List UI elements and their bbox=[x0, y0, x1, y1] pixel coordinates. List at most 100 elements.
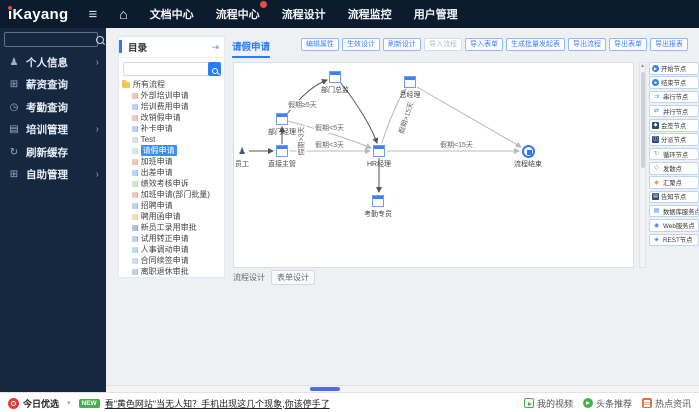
flow-canvas[interactable]: 假期>3天 假期≥5天 假期<5天 假期<3天 假期>15天 假期<15天 ♟ 员工 直接主管部… bbox=[233, 62, 634, 268]
ticker-collapse-icon[interactable]: ▾ bbox=[67, 399, 71, 407]
tree-item-label: 新员工录用审批 bbox=[140, 223, 197, 232]
loop-node-icon: ↻ bbox=[653, 151, 660, 158]
toolbar-button-导入流程: 导入流程 bbox=[424, 38, 462, 51]
tree-item-加班申请(部门批量)[interactable]: ▤ 加班申请(部门批量) bbox=[119, 189, 226, 200]
flow-node-dept-director[interactable] bbox=[329, 71, 341, 83]
nav-item-流程设计[interactable]: 流程设计 bbox=[282, 6, 326, 22]
palette-item-串行节点[interactable]: ⇉ 串行节点 bbox=[649, 90, 699, 104]
flow-node-direct-mgr[interactable] bbox=[276, 145, 288, 157]
palette-item-Web服务点[interactable]: ◉ Web服务点 bbox=[649, 219, 699, 232]
tree-item-绩效考核申诉[interactable]: ▤ 绩效考核申诉 bbox=[119, 178, 226, 189]
countersign-node-icon: ◆ bbox=[652, 121, 659, 129]
sidebar-item-薪资查询[interactable]: ⊞ 薪资查询 bbox=[0, 75, 106, 95]
tree-item-加班申请[interactable]: ▤ 加班申请 bbox=[119, 156, 226, 167]
tree-item-新员工录用审批[interactable]: ▤ 新员工录用审批 bbox=[119, 222, 226, 233]
bottom-tab-表单设计[interactable]: 表单设计 bbox=[271, 270, 315, 285]
sidebar-item-自助管理[interactable]: ⊞ 自助管理 › bbox=[0, 165, 106, 185]
flow-node-end[interactable] bbox=[522, 145, 535, 158]
tree-item-出差申请[interactable]: ▤ 出差申请 bbox=[119, 167, 226, 178]
tree-root-node[interactable]: 所有流程 bbox=[119, 79, 226, 90]
tree-item-Test[interactable]: ▤ Test bbox=[119, 134, 226, 145]
tree-search-input[interactable] bbox=[123, 62, 209, 76]
toolbar-button-刷新设计[interactable]: 刷新设计 bbox=[383, 38, 421, 51]
today-picks-label[interactable]: 今日优选 bbox=[23, 397, 59, 410]
toolbar-button-导出表单[interactable]: 导出表单 bbox=[609, 38, 647, 51]
sidebar-search-icon[interactable] bbox=[96, 35, 104, 47]
flow-node-hr-mgr[interactable] bbox=[373, 145, 385, 157]
sidebar-search-input[interactable] bbox=[4, 32, 98, 47]
nav-item-流程监控[interactable]: 流程监控 bbox=[348, 6, 392, 22]
palette-item-循环节点[interactable]: ↻ 循环节点 bbox=[649, 147, 699, 161]
tree-item-离职退休审批[interactable]: ▤ 离职退休审批 bbox=[119, 266, 226, 277]
palette-item-开始节点[interactable]: ▶ 开始节点 bbox=[649, 62, 699, 75]
palette-item-数据库服务点[interactable]: ▤ 数据库服务点 bbox=[649, 204, 699, 218]
palette-item-label: 告知节点 bbox=[661, 194, 687, 202]
palette-item-结束节点[interactable]: ■ 结束节点 bbox=[649, 76, 699, 89]
nav-item-文档中心[interactable]: 文档中心 bbox=[150, 6, 194, 22]
collapse-panel-icon[interactable]: ⇥ bbox=[211, 42, 219, 53]
toolbar-button-导出报表[interactable]: 导出报表 bbox=[650, 38, 688, 51]
ticker-link-头条推荐[interactable]: 头条推荐 bbox=[582, 397, 632, 410]
toolbar-button-导入表单[interactable]: 导入表单 bbox=[465, 38, 503, 51]
tree-title: 目录 bbox=[128, 43, 148, 54]
search-icon bbox=[211, 68, 218, 74]
toolbar-button-编辑属性[interactable]: 编辑属性 bbox=[301, 38, 339, 51]
tree-item-试用转正申请[interactable]: ▤ 试用转正申请 bbox=[119, 233, 226, 244]
bottom-tab-流程设计[interactable]: 流程设计 bbox=[233, 272, 265, 283]
home-icon[interactable]: ⌂ bbox=[119, 6, 127, 22]
tree-item-招聘申请[interactable]: ▤ 招聘申请 bbox=[119, 200, 226, 211]
tree-item-label: 加班申请 bbox=[140, 157, 173, 166]
sidebar-item-个人信息[interactable]: ♟ 个人信息 › bbox=[0, 52, 106, 72]
toolbar-button-生效设计[interactable]: 生效设计 bbox=[342, 38, 380, 51]
horizontal-scrollbar[interactable] bbox=[106, 385, 699, 392]
tree-item-聘用函申请[interactable]: ▤ 聘用函申请 bbox=[119, 211, 226, 222]
news-headline-link[interactable]: 看"黄色网站"当无人知？手机出现这几个现象,你该停手了 bbox=[105, 397, 330, 410]
flow-node-attendance[interactable] bbox=[372, 195, 384, 207]
hscrollbar-thumb[interactable] bbox=[310, 387, 340, 391]
tree-item-请假申请[interactable]: ▤ 请假申请 bbox=[119, 145, 226, 156]
nav-item-流程中心[interactable]: 流程中心 bbox=[216, 1, 267, 22]
palette-item-label: REST节点 bbox=[663, 237, 693, 245]
tree-item-合同续签申请[interactable]: ▤ 合同续签申请 bbox=[119, 255, 226, 266]
logo-text: iKayang bbox=[8, 5, 69, 23]
nav-item-用户管理[interactable]: 用户管理 bbox=[414, 6, 458, 22]
attendance-clock-icon: ◷ bbox=[9, 101, 19, 113]
tab-current-process[interactable]: 请假申请 bbox=[232, 39, 271, 58]
scrollbar-thumb[interactable] bbox=[641, 72, 645, 168]
toolbar-button-生成批量发起表[interactable]: 生成批量发起表 bbox=[506, 38, 565, 51]
sidebar-item-培训管理[interactable]: ▤ 培训管理 › bbox=[0, 120, 106, 140]
new-badge: NEW bbox=[78, 398, 100, 408]
sidebar-item-考勤查询[interactable]: ◷ 考勤查询 bbox=[0, 97, 106, 117]
tree-item-外部培训申请[interactable]: ▤ 外部培训申请 bbox=[119, 90, 226, 101]
tree-item-培训费用申请[interactable]: ▤ 培训费用申请 bbox=[119, 101, 226, 112]
sidebar-item-label: 个人信息 bbox=[26, 56, 68, 69]
flow-node-employee[interactable]: ♟ bbox=[236, 145, 248, 157]
today-picks-icon bbox=[8, 397, 19, 409]
palette-item-label: 发散点 bbox=[663, 165, 682, 173]
palette-item-label: 汇聚点 bbox=[663, 180, 682, 188]
document-icon: ▤ bbox=[132, 257, 139, 265]
palette-item-发散点[interactable]: ◇ 发散点 bbox=[649, 162, 699, 175]
canvas-vertical-scrollbar[interactable]: ▲ bbox=[639, 62, 646, 268]
palette-item-并行节点[interactable]: ⇄ 并行节点 bbox=[649, 104, 699, 118]
chevron-right-icon: › bbox=[95, 169, 99, 180]
flow-node-dept-mgr[interactable] bbox=[276, 113, 288, 125]
notification-badge-icon bbox=[259, 1, 267, 8]
palette-item-分派节点[interactable]: ◫ 分派节点 bbox=[649, 133, 699, 146]
tree-search-button[interactable] bbox=[208, 62, 221, 76]
tree-item-改销假申请[interactable]: ▤ 改销假申请 bbox=[119, 112, 226, 123]
toolbar-button-导出流程[interactable]: 导出流程 bbox=[568, 38, 606, 51]
sidebar-item-刷新缓存[interactable]: ↻ 刷新缓存 bbox=[0, 142, 106, 162]
flow-node-gm[interactable] bbox=[404, 76, 416, 88]
scroll-up-icon[interactable]: ▲ bbox=[640, 63, 645, 70]
palette-item-告知节点[interactable]: ▤ 告知节点 bbox=[649, 190, 699, 204]
ticker-link-我的视频[interactable]: 我的视频 bbox=[523, 397, 573, 410]
palette-item-REST节点[interactable]: ◈ REST节点 bbox=[649, 233, 699, 247]
converge-node-icon: ◆ bbox=[654, 179, 659, 186]
tree-item-人事调动申请[interactable]: ▤ 人事调动申请 bbox=[119, 244, 226, 255]
palette-item-会签节点[interactable]: ◆ 会签节点 bbox=[649, 119, 699, 132]
ticker-link-热点资讯[interactable]: 热点资讯 bbox=[641, 397, 691, 410]
tree-item-补卡申请[interactable]: ▤ 补卡申请 bbox=[119, 123, 226, 134]
hamburger-menu-icon[interactable]: ≡ bbox=[88, 6, 97, 23]
palette-item-汇聚点[interactable]: ◆ 汇聚点 bbox=[649, 176, 699, 189]
